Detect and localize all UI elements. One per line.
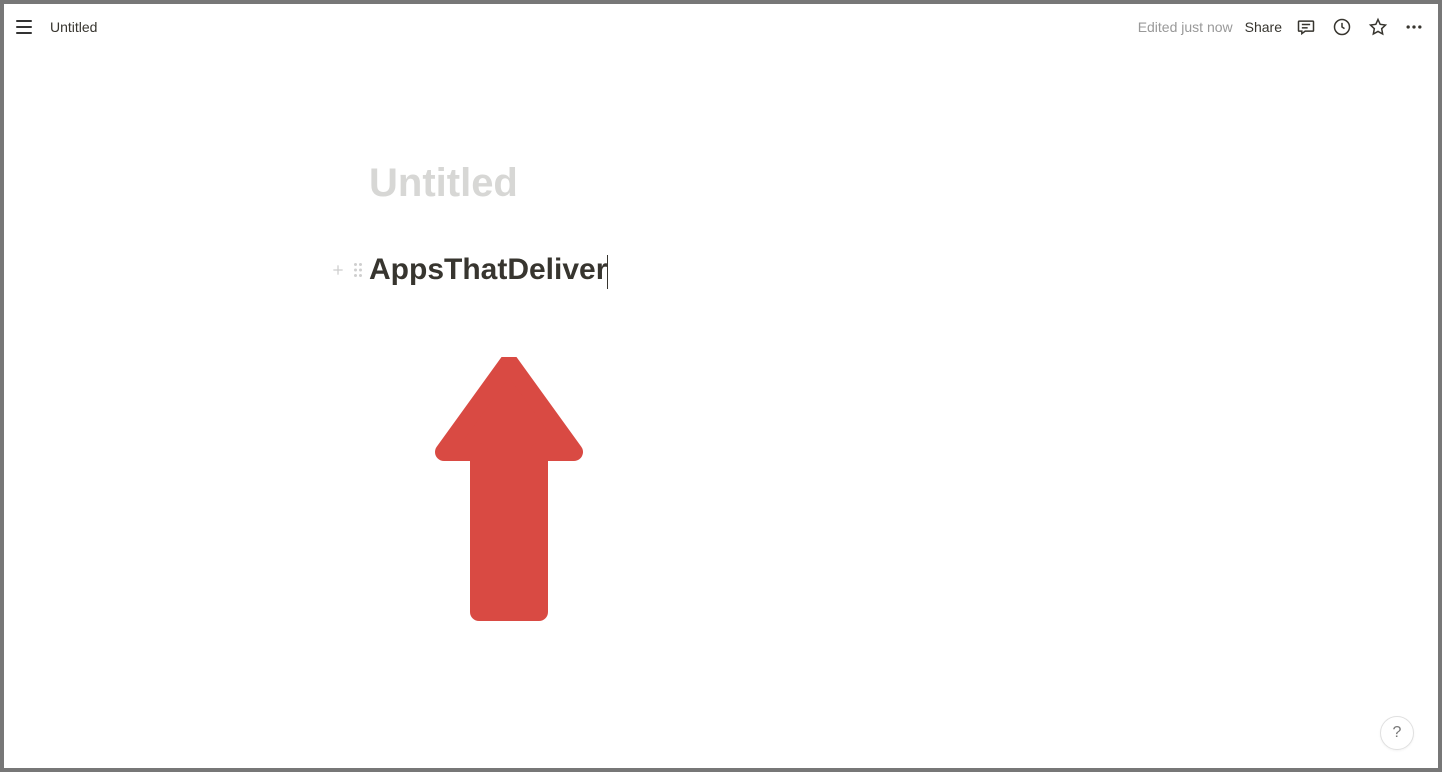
arrow-up-annotation	[434, 357, 584, 632]
page-content: Untitled	[369, 159, 1089, 287]
share-button[interactable]: Share	[1245, 19, 1282, 35]
clock-icon[interactable]	[1330, 15, 1354, 39]
topbar-right: Edited just now Share	[1138, 15, 1426, 39]
topbar: Untitled Edited just now Share	[4, 4, 1438, 49]
more-icon[interactable]	[1402, 15, 1426, 39]
text-cursor	[607, 255, 608, 289]
edited-status: Edited just now	[1138, 19, 1233, 35]
add-block-icon[interactable]	[329, 261, 347, 279]
block-controls	[329, 261, 369, 279]
heading-text[interactable]: AppsThatDeliver	[369, 253, 607, 287]
editor-area[interactable]: Untitled	[4, 49, 1438, 768]
drag-handle-icon[interactable]	[351, 261, 365, 279]
app-frame: Untitled Edited just now Share	[4, 4, 1438, 768]
heading-block: AppsThatDeliver	[329, 253, 1089, 287]
page-title-placeholder[interactable]: Untitled	[369, 159, 1089, 207]
help-button[interactable]: ?	[1380, 716, 1414, 750]
breadcrumb-title[interactable]: Untitled	[50, 19, 97, 35]
heading-text-value: AppsThatDeliver	[369, 253, 607, 286]
star-icon[interactable]	[1366, 15, 1390, 39]
comments-icon[interactable]	[1294, 15, 1318, 39]
menu-icon[interactable]	[16, 17, 36, 37]
topbar-left: Untitled	[16, 17, 97, 37]
